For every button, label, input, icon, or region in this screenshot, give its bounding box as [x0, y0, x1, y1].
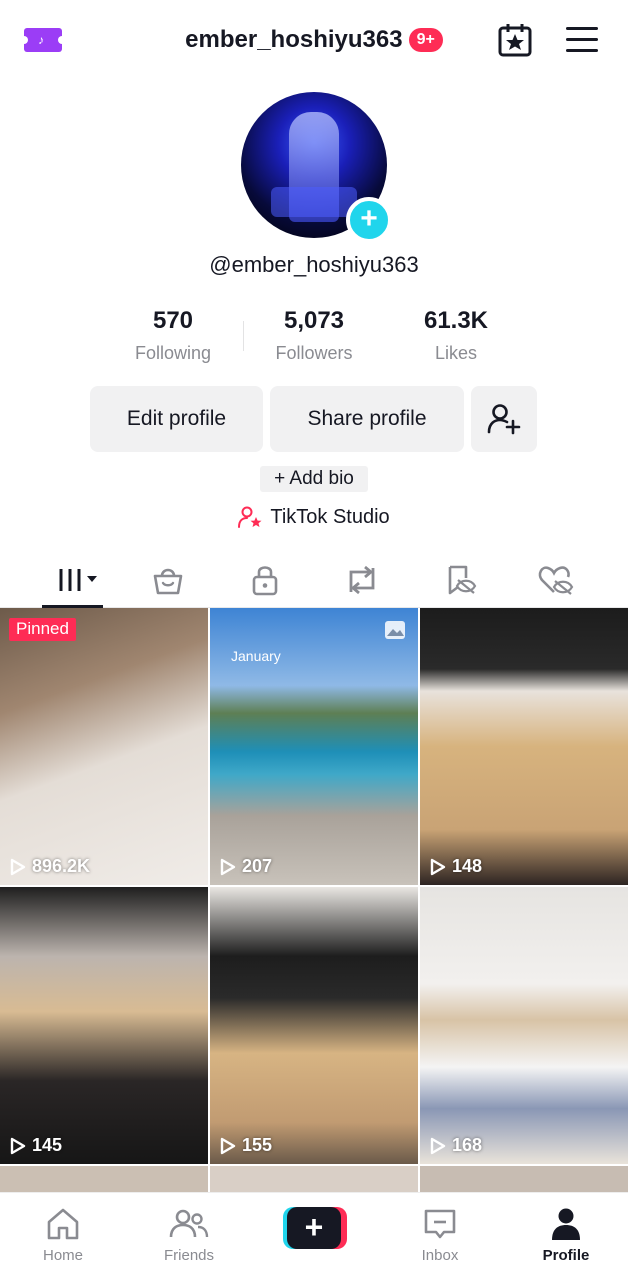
nav-profile[interactable]: Profile — [521, 1207, 611, 1264]
video-thumbnail[interactable]: 145 — [0, 887, 208, 1164]
tab-liked[interactable] — [531, 560, 581, 600]
person-star-icon — [238, 506, 262, 528]
play-icon — [430, 858, 446, 875]
tab-favorites[interactable] — [435, 560, 485, 600]
view-count-value: 148 — [452, 856, 483, 876]
nav-label: Friends — [163, 1247, 215, 1264]
calendar-star-icon[interactable] — [497, 22, 533, 58]
grid-bars-icon — [59, 569, 97, 591]
view-count-value: 896.2K — [32, 856, 91, 876]
tiktok-studio-link[interactable]: TikTok Studio — [0, 505, 628, 535]
lock-icon — [252, 566, 278, 596]
stat-label: Followers — [275, 343, 353, 363]
heart-hidden-icon — [538, 566, 574, 595]
share-profile-button[interactable]: Share profile — [270, 386, 464, 452]
stat-followers[interactable]: 5,073 Followers — [234, 307, 394, 364]
profile-handle: @ember_hoshiyu363 — [209, 252, 419, 277]
nav-label: Home — [42, 1247, 83, 1264]
view-count-value: 207 — [242, 856, 273, 876]
tab-videos[interactable] — [47, 560, 103, 600]
view-count: 168 — [430, 1135, 482, 1156]
stat-label: Following — [134, 343, 212, 363]
nav-label: Inbox — [421, 1247, 459, 1264]
add-person-icon — [487, 404, 521, 435]
play-icon — [220, 858, 236, 875]
view-count: 207 — [220, 856, 272, 877]
nav-inbox[interactable]: Inbox — [395, 1207, 485, 1264]
notification-badge: 9+ — [408, 28, 443, 52]
view-count-value: 168 — [452, 1135, 483, 1155]
profile-header-title: ember_hoshiyu363 9+ — [0, 26, 628, 54]
plus-icon: + — [287, 1207, 341, 1249]
hamburger-menu-icon[interactable] — [566, 27, 598, 53]
add-avatar-button[interactable]: + — [346, 197, 392, 243]
video-thumbnail[interactable]: 155 — [210, 887, 418, 1164]
view-count-value: 155 — [242, 1135, 273, 1155]
stat-following[interactable]: 570 Following — [93, 307, 253, 364]
edit-profile-button[interactable]: Edit profile — [90, 386, 263, 452]
stat-value: 61.3K — [423, 307, 489, 334]
stat-likes[interactable]: 61.3K Likes — [376, 307, 536, 364]
add-friend-button[interactable] — [471, 386, 537, 452]
tab-reposts[interactable] — [337, 560, 387, 600]
friends-icon — [169, 1209, 209, 1238]
nav-label: Profile — [542, 1247, 590, 1264]
tiktok-studio-label: TikTok Studio — [270, 505, 390, 528]
top-bar: ♪ ember_hoshiyu363 9+ — [0, 0, 628, 82]
profile-icon — [552, 1208, 580, 1240]
stat-label: Likes — [434, 343, 478, 363]
play-icon — [220, 1137, 236, 1154]
video-thumbnail[interactable]: 168 — [420, 887, 628, 1164]
repost-icon — [349, 565, 375, 595]
play-icon — [430, 1137, 446, 1154]
photo-carousel-icon — [385, 621, 405, 639]
play-icon — [10, 858, 26, 875]
inbox-icon — [424, 1209, 456, 1239]
header-username[interactable]: ember_hoshiyu363 — [185, 26, 402, 54]
add-bio-button[interactable]: + Add bio — [260, 466, 368, 492]
profile-stats: 570 Following 5,073 Followers 61.3K Like… — [0, 307, 628, 369]
nav-friends[interactable]: Friends — [144, 1207, 234, 1264]
pinned-badge: Pinned — [9, 618, 76, 641]
video-thumbnail[interactable]: Pinned 896.2K — [0, 608, 208, 885]
tab-shop[interactable] — [143, 560, 193, 600]
stat-value: 5,073 — [283, 307, 345, 334]
view-count-value: 145 — [32, 1135, 63, 1155]
view-count: 145 — [10, 1135, 62, 1156]
nav-home[interactable]: Home — [18, 1207, 108, 1264]
video-thumbnail[interactable]: January 207 — [210, 608, 418, 885]
profile-tabs — [0, 556, 628, 608]
tab-private[interactable] — [240, 560, 290, 600]
bottom-navigation: Home Friends + Inbox Profile — [0, 1192, 628, 1280]
view-count: 148 — [430, 856, 482, 877]
view-count: 896.2K — [10, 856, 90, 877]
shopping-bag-icon — [153, 568, 183, 595]
photo-caption: January — [231, 648, 281, 664]
home-icon — [47, 1208, 79, 1240]
video-thumbnail[interactable]: 148 — [420, 608, 628, 885]
create-button[interactable]: + — [283, 1207, 347, 1249]
bookmark-hidden-icon — [448, 565, 477, 595]
play-icon — [10, 1137, 26, 1154]
stat-value: 570 — [152, 307, 194, 334]
view-count: 155 — [220, 1135, 272, 1156]
